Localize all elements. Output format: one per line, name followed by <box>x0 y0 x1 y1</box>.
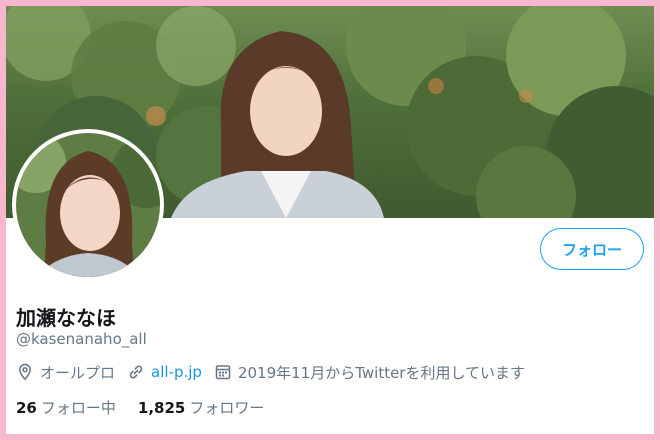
location-pin-icon <box>16 363 34 381</box>
following-stat[interactable]: 26 フォロー中 <box>16 397 116 418</box>
profile-meta-row: オールプロ all-p.jp 2019年11月からTwitterを利用しています <box>16 360 537 384</box>
website-link[interactable]: all-p.jp <box>151 363 202 381</box>
display-name: 加瀬ななほ <box>16 306 116 330</box>
link-icon <box>127 363 145 381</box>
joined-item: 2019年11月からTwitterを利用しています <box>214 362 525 383</box>
follow-button[interactable]: フォロー <box>540 228 644 270</box>
profile-avatar[interactable] <box>12 129 164 281</box>
user-handle: @kasenanaho_all <box>16 330 147 348</box>
followers-count: 1,825 <box>137 399 186 417</box>
profile-card: フォロー 加瀬ななほ @kasenanaho_all オールプロ all-p.j… <box>6 6 654 434</box>
follow-counts: 26 フォロー中 1,825 フォロワー <box>16 397 286 418</box>
location-text: オールプロ <box>40 363 116 382</box>
followers-label: フォロワー <box>189 399 265 417</box>
following-label: フォロー中 <box>40 399 116 417</box>
followers-stat[interactable]: 1,825 フォロワー <box>138 397 264 418</box>
location-item: オールプロ <box>16 362 115 383</box>
calendar-icon <box>214 363 232 381</box>
joined-text: 2019年11月からTwitterを利用しています <box>237 363 526 382</box>
following-count: 26 <box>16 399 37 417</box>
website-item: all-p.jp <box>127 363 202 381</box>
